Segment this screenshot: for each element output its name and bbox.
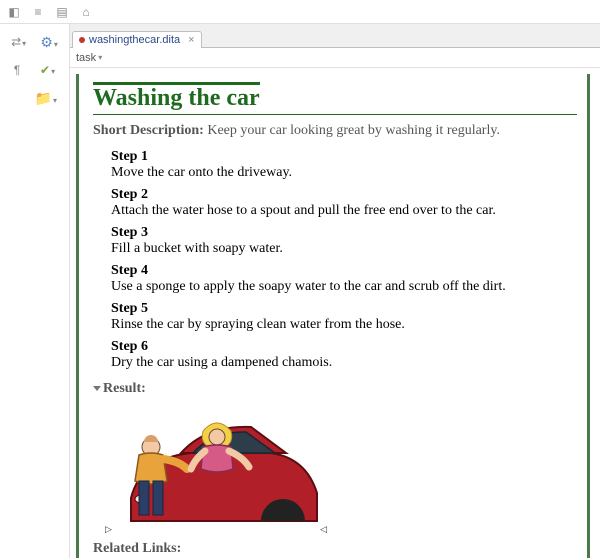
tab-strip: washingthecar.dita × <box>70 24 600 48</box>
tab-filename: washingthecar.dita <box>89 34 180 46</box>
step-label: Step 2 <box>111 187 577 203</box>
paragraph-icon[interactable]: ¶ <box>14 63 20 77</box>
step-body[interactable]: Use a sponge to apply the soapy water to… <box>111 279 577 295</box>
step-label: Step 5 <box>111 301 577 317</box>
close-icon[interactable]: × <box>188 34 194 46</box>
task-document: Washing the car Short Description: Keep … <box>76 74 590 558</box>
result-image[interactable]: ▷ ◁ <box>111 403 321 533</box>
step[interactable]: Step 5 Rinse the car by spraying clean w… <box>111 301 577 333</box>
editor-pane: washingthecar.dita × task ▾ Washing the … <box>70 24 600 558</box>
related-links-label: Related Links: <box>93 541 577 557</box>
result-label: Result: <box>103 381 146 396</box>
step[interactable]: Step 2 Attach the water hose to a spout … <box>111 187 577 219</box>
main-area: ⇄▾ ⚙▾ ¶ ✔▾ 📁▾ washingthecar.dita × task … <box>0 24 600 558</box>
top-toolbar: ◧ ≡ ▤ ⌂ <box>0 0 600 24</box>
short-description[interactable]: Short Description: Keep your car looking… <box>93 123 577 139</box>
step-label: Step 6 <box>111 339 577 355</box>
car-wash-illustration <box>111 403 321 533</box>
dirty-indicator-icon <box>79 37 85 43</box>
toolbar-button-3[interactable]: ▤ <box>52 2 72 22</box>
collapse-icon[interactable] <box>93 386 101 391</box>
result-section[interactable]: Result: <box>93 381 577 397</box>
step-label: Step 1 <box>111 149 577 165</box>
step-label: Step 4 <box>111 263 577 279</box>
step-body[interactable]: Dry the car using a dampened chamois. <box>111 355 577 371</box>
toolbar-button-4[interactable]: ⌂ <box>76 2 96 22</box>
breadcrumb-root[interactable]: task <box>76 52 96 64</box>
selection-handle-left-icon[interactable]: ▷ <box>105 524 112 535</box>
gear-icon[interactable]: ⚙▾ <box>40 34 58 51</box>
steps-list: Step 1 Move the car onto the driveway. S… <box>111 149 577 371</box>
breadcrumb[interactable]: task ▾ <box>70 48 600 68</box>
shortdesc-value[interactable]: Keep your car looking great by washing i… <box>207 123 500 138</box>
editor-scroll[interactable]: Washing the car Short Description: Keep … <box>70 68 600 558</box>
step[interactable]: Step 4 Use a sponge to apply the soapy w… <box>111 263 577 295</box>
page-title[interactable]: Washing the car <box>93 82 260 112</box>
selection-handle-right-icon[interactable]: ◁ <box>320 524 327 535</box>
step[interactable]: Step 3 Fill a bucket with soapy water. <box>111 225 577 257</box>
toolbar-button-1[interactable]: ◧ <box>4 2 24 22</box>
step-body[interactable]: Rinse the car by spraying clean water fr… <box>111 317 577 333</box>
shortdesc-label: Short Description: <box>93 123 204 138</box>
step-body[interactable]: Move the car onto the driveway. <box>111 165 577 181</box>
toolbar-button-2[interactable]: ≡ <box>28 2 48 22</box>
side-toolbar: ⇄▾ ⚙▾ ¶ ✔▾ 📁▾ <box>0 24 70 558</box>
check-icon[interactable]: ✔▾ <box>40 63 55 77</box>
file-tab[interactable]: washingthecar.dita × <box>72 31 202 48</box>
step-body[interactable]: Attach the water hose to a spout and pul… <box>111 203 577 219</box>
step-body[interactable]: Fill a bucket with soapy water. <box>111 241 577 257</box>
link-icon[interactable]: ⇄▾ <box>11 35 26 49</box>
title-separator <box>93 114 577 115</box>
step[interactable]: Step 6 Dry the car using a dampened cham… <box>111 339 577 371</box>
step[interactable]: Step 1 Move the car onto the driveway. <box>111 149 577 181</box>
step-label: Step 3 <box>111 225 577 241</box>
folder-icon[interactable]: 📁▾ <box>35 90 57 107</box>
chevron-down-icon[interactable]: ▾ <box>98 53 102 62</box>
